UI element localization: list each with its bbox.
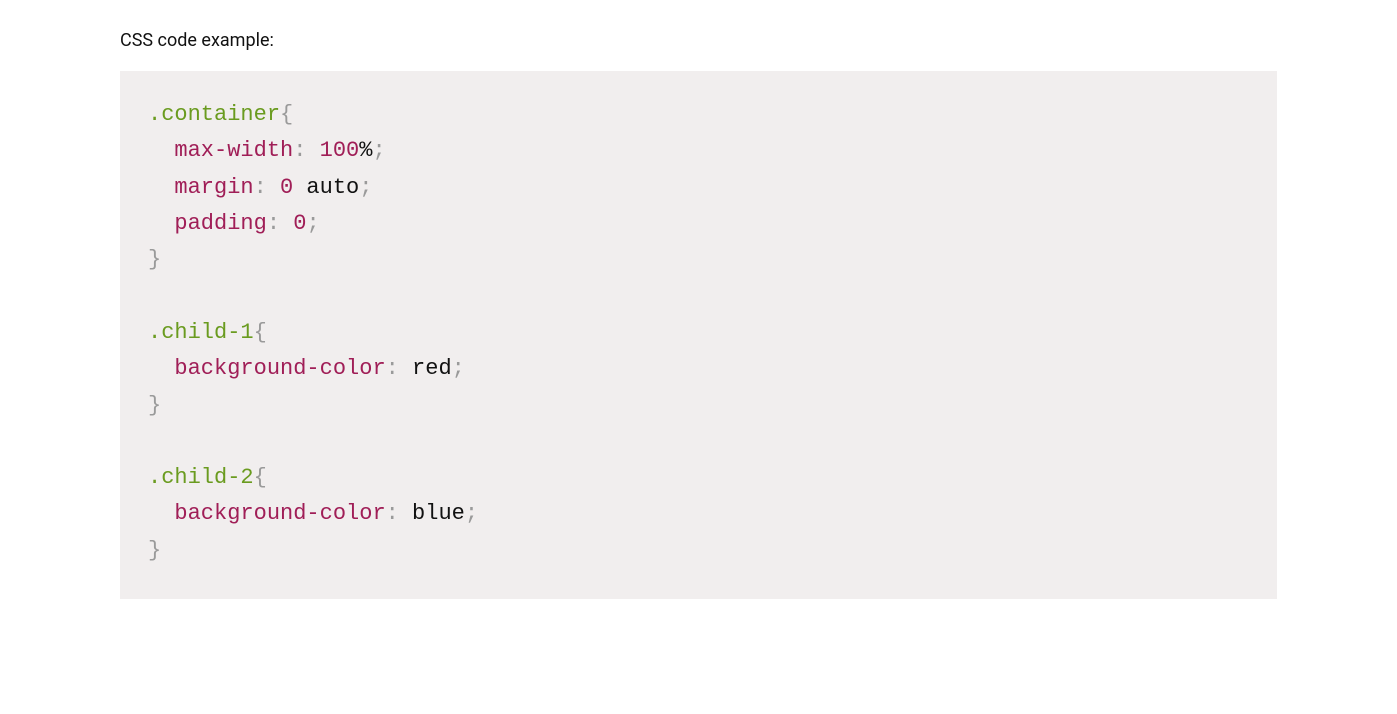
css-code-block: .container{ max-width: 100%; margin: 0 a… <box>120 71 1277 599</box>
page-content: CSS code example: .container{ max-width:… <box>0 0 1397 639</box>
intro-text: CSS code example: <box>120 28 1277 53</box>
